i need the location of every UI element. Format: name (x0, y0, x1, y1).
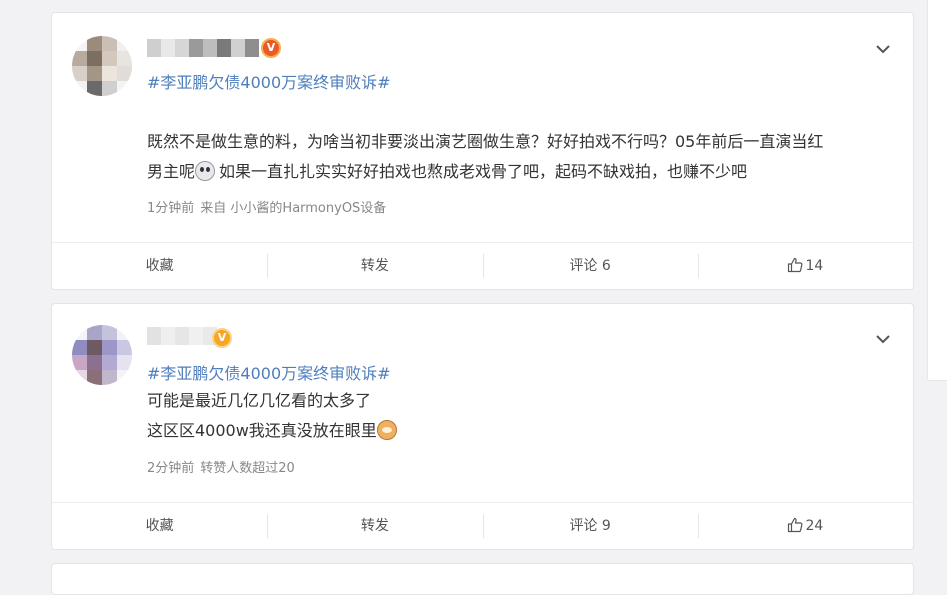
avatar-pixel (102, 81, 117, 96)
post-time[interactable]: 1分钟前 (147, 201, 194, 216)
like-button[interactable]: 14 (697, 243, 913, 289)
post-text: 可能是最近几亿几亿看的太多了 这区区4000w我还真没放在眼里 (147, 386, 397, 446)
avatar-pixel (87, 325, 102, 340)
topic-hashtag-link[interactable]: #李亚鹏欠债4000万案终审败诉# (147, 69, 391, 93)
repost-button[interactable]: 转发 (267, 243, 482, 289)
avatar-pixel (87, 51, 102, 66)
username-pixel (231, 39, 245, 57)
thumbs-up-icon (788, 257, 803, 273)
post-text-segment: 这区区4000w我还真没放在眼里 (147, 421, 377, 440)
avatar-pixel (87, 355, 102, 370)
avatar-pixel (102, 340, 117, 355)
username-pixel (147, 39, 161, 57)
panda-emoji (195, 161, 216, 181)
avatar-pixel (102, 355, 117, 370)
comment-button[interactable]: 评论 9 (482, 503, 698, 549)
avatar-pixel (117, 370, 132, 385)
verified-badge-icon: V (212, 328, 232, 348)
chevron-down-icon[interactable] (873, 329, 893, 349)
username-pixel (175, 327, 189, 345)
avatar[interactable] (72, 325, 132, 385)
feed-card: V #李亚鹏欠债4000万案终审败诉# 可能是最近几亿几亿看的太多了 这区区40… (51, 303, 914, 550)
username-pixel (203, 39, 217, 57)
username-pixel (147, 327, 161, 345)
username-pixel (161, 39, 175, 57)
avatar-pixel (87, 66, 102, 81)
username-pixel (245, 39, 259, 57)
cat-emoji (376, 420, 397, 440)
feed-card (51, 563, 914, 595)
post-meta: 2分钟前 转赞人数超过20 (147, 457, 301, 476)
post-time[interactable]: 2分钟前 (147, 461, 194, 476)
right-side-panel (927, 0, 947, 381)
username-blurred[interactable] (147, 327, 217, 345)
post-source: 来自 小小酱的HarmonyOS设备 (200, 201, 387, 216)
action-bar: 收藏 转发 评论 6 14 (52, 242, 913, 289)
username-pixel (175, 39, 189, 57)
post-source: 转赞人数超过20 (200, 461, 295, 476)
post-meta: 1分钟前 来自 小小酱的HarmonyOS设备 (147, 197, 392, 216)
verified-badge-icon: V (261, 38, 281, 58)
username-pixel (161, 327, 175, 345)
avatar-pixel (72, 66, 87, 81)
repost-button[interactable]: 转发 (267, 503, 482, 549)
chevron-down-icon[interactable] (873, 39, 893, 59)
username-pixel (217, 39, 231, 57)
avatar-pixel (102, 370, 117, 385)
like-count: 24 (805, 518, 824, 534)
avatar-pixel (117, 36, 132, 51)
comment-button[interactable]: 评论 6 (482, 243, 698, 289)
post-text-line: 这区区4000w我还真没放在眼里 (147, 416, 397, 446)
avatar-pixel (72, 81, 87, 96)
avatar-pixel (117, 325, 132, 340)
like-button[interactable]: 24 (697, 503, 913, 549)
post-text-line: 可能是最近几亿几亿看的太多了 (147, 391, 372, 410)
avatar-pixel (72, 51, 87, 66)
avatar[interactable] (72, 36, 132, 96)
username-pixel (189, 327, 203, 345)
avatar-pixel (87, 81, 102, 96)
avatar-pixel (102, 325, 117, 340)
topic-hashtag-link[interactable]: #李亚鹏欠债4000万案终审败诉# (147, 360, 391, 384)
feed-card: V #李亚鹏欠债4000万案终审败诉# 既然不是做生意的料，为啥当初非要淡出演艺… (51, 12, 914, 290)
avatar-pixel (117, 355, 132, 370)
avatar-pixel (72, 36, 87, 51)
username-pixel (189, 39, 203, 57)
thumbs-up-icon (788, 517, 803, 533)
avatar-pixel (102, 51, 117, 66)
post-text: 既然不是做生意的料，为啥当初非要淡出演艺圈做生意？好好拍戏不行吗？05年前后一直… (147, 127, 823, 187)
favorite-button[interactable]: 收藏 (52, 243, 267, 289)
avatar-pixel (72, 340, 87, 355)
like-count: 14 (805, 258, 824, 274)
post-text-line: 男主呢 如果一直扎扎实实好好拍戏也熬成老戏骨了吧，起码不缺戏拍，也赚不少吧 (147, 157, 823, 187)
post-text-line: 既然不是做生意的料，为啥当初非要淡出演艺圈做生意？好好拍戏不行吗？05年前后一直… (147, 132, 824, 151)
action-bar: 收藏 转发 评论 9 24 (52, 502, 913, 549)
avatar-pixel (87, 340, 102, 355)
avatar-pixel (117, 51, 132, 66)
avatar-pixel (87, 370, 102, 385)
favorite-button[interactable]: 收藏 (52, 503, 267, 549)
avatar-pixel (102, 66, 117, 81)
avatar-pixel (117, 81, 132, 96)
avatar-pixel (72, 370, 87, 385)
avatar-pixel (117, 66, 132, 81)
post-text-segment: 男主呢 (147, 162, 196, 181)
avatar-pixel (72, 355, 87, 370)
post-text-segment: 如果一直扎扎实实好好拍戏也熬成老戏骨了吧，起码不缺戏拍，也赚不少吧 (219, 162, 748, 181)
avatar-pixel (87, 36, 102, 51)
avatar-pixel (102, 36, 117, 51)
avatar-pixel (72, 325, 87, 340)
username-blurred[interactable] (147, 39, 259, 57)
avatar-pixel (117, 340, 132, 355)
